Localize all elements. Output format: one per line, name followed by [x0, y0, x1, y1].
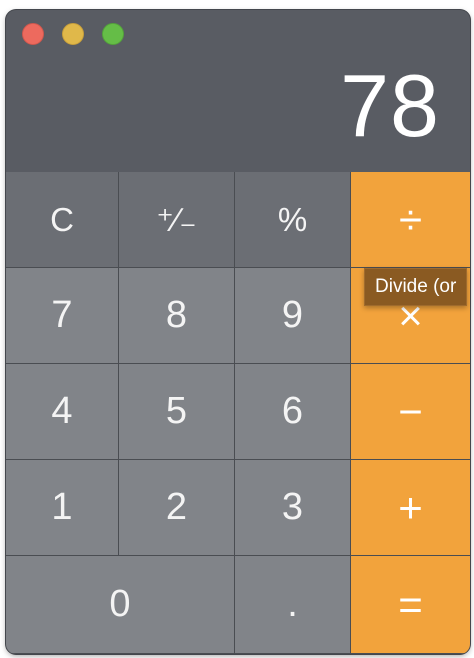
subtract-button[interactable]: −: [351, 364, 470, 460]
minimize-window-button[interactable]: [62, 23, 84, 45]
digit-9-button[interactable]: 9: [235, 268, 351, 364]
keypad: C ⁺∕₋ % ÷ 7 8 9 × 4 5 6 − 1 2 3 + 0 . =: [6, 172, 470, 654]
digit-7-button[interactable]: 7: [6, 268, 119, 364]
divide-button[interactable]: ÷: [351, 172, 470, 268]
digit-6-button[interactable]: 6: [235, 364, 351, 460]
digit-1-button[interactable]: 1: [6, 460, 119, 556]
digit-4-button[interactable]: 4: [6, 364, 119, 460]
close-window-button[interactable]: [22, 23, 44, 45]
digit-2-button[interactable]: 2: [119, 460, 235, 556]
digit-8-button[interactable]: 8: [119, 268, 235, 364]
screen: 78 C ⁺∕₋ % ÷ 7 8 9 × 4 5 6 − 1 2 3 + 0 .…: [0, 0, 474, 658]
equals-button[interactable]: =: [351, 556, 470, 654]
add-button[interactable]: +: [351, 460, 470, 556]
clear-button[interactable]: C: [6, 172, 119, 268]
digit-5-button[interactable]: 5: [119, 364, 235, 460]
percent-button[interactable]: %: [235, 172, 351, 268]
maximize-window-button[interactable]: [102, 23, 124, 45]
display-value: 78: [340, 56, 440, 155]
decimal-point-button[interactable]: .: [235, 556, 351, 654]
digit-3-button[interactable]: 3: [235, 460, 351, 556]
calculator-display: 78: [6, 54, 470, 172]
title-bar[interactable]: [6, 10, 470, 54]
digit-0-button[interactable]: 0: [6, 556, 235, 654]
divide-tooltip: Divide (or: [364, 268, 468, 306]
calculator-window: 78 C ⁺∕₋ % ÷ 7 8 9 × 4 5 6 − 1 2 3 + 0 .…: [6, 10, 470, 654]
sign-toggle-button[interactable]: ⁺∕₋: [119, 172, 235, 268]
